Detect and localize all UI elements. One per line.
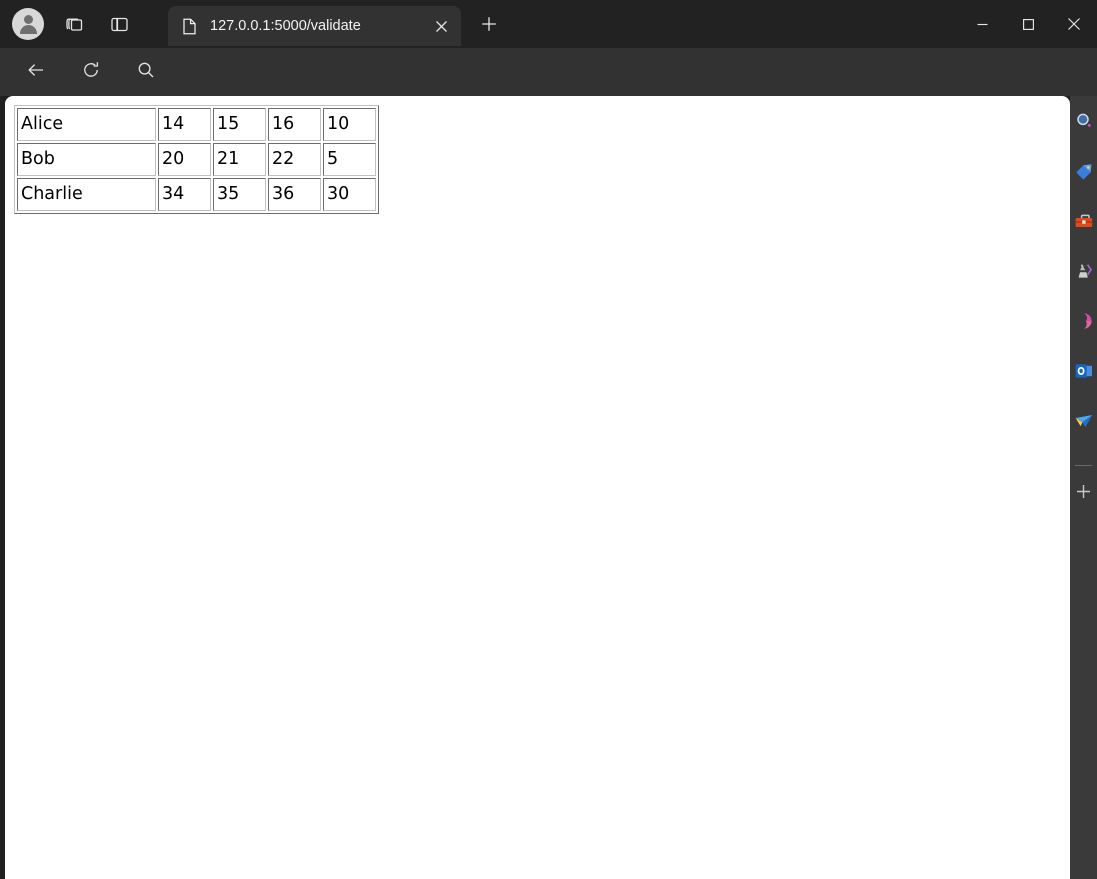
copilot-icon [1074, 111, 1094, 136]
page-content: Alice 14 15 16 10 Bob 20 21 22 5 Charlie… [5, 96, 1070, 879]
paper-plane-icon [1074, 411, 1094, 436]
sidebar-item-office[interactable] [1072, 311, 1096, 335]
sidebar-item-copilot[interactable] [1072, 111, 1096, 135]
table-row: Charlie 34 35 36 30 [17, 178, 376, 211]
sidebar-item-shopping[interactable] [1072, 161, 1096, 185]
workspaces-button[interactable] [58, 7, 92, 41]
minimize-button[interactable] [959, 0, 1005, 48]
tab-strip: 127.0.0.1:5000/validate [0, 0, 1097, 48]
browser-window: 127.0.0.1:5000/validate Alice 14 15 16 1… [0, 0, 1097, 879]
cell-value: 16 [268, 108, 321, 141]
office-icon [1074, 311, 1094, 336]
close-tab-icon[interactable] [428, 13, 454, 39]
close-window-button[interactable] [1051, 0, 1097, 48]
cell-value: 20 [158, 143, 211, 176]
cell-value: 36 [268, 178, 321, 211]
browser-tab[interactable]: 127.0.0.1:5000/validate [168, 6, 461, 46]
cell-value: 14 [158, 108, 211, 141]
new-tab-button[interactable] [472, 13, 506, 40]
games-icon [1074, 261, 1094, 286]
browser-toolbar: 127.0.0.1:5000/validate [0, 48, 1097, 136]
cell-value: 30 [323, 178, 376, 211]
plus-icon [1075, 483, 1092, 505]
layers-icon [64, 13, 86, 35]
search-icon [136, 60, 156, 85]
table-row: Alice 14 15 16 10 [17, 108, 376, 141]
edge-sidebar [1070, 96, 1097, 879]
cell-value: 10 [323, 108, 376, 141]
avatar-icon [19, 14, 37, 34]
reload-icon [81, 60, 101, 85]
toolbar-search-button[interactable] [129, 55, 163, 89]
sidepane-icon [109, 14, 130, 35]
outlook-icon [1074, 361, 1094, 386]
page-icon [181, 17, 198, 36]
table-body: Alice 14 15 16 10 Bob 20 21 22 5 Charlie… [17, 108, 376, 211]
tab-title: 127.0.0.1:5000/validate [210, 18, 361, 34]
cell-name: Alice [17, 108, 156, 141]
shopping-tag-icon [1074, 161, 1094, 186]
briefcase-icon [1074, 211, 1094, 236]
sidebar-item-games[interactable] [1072, 261, 1096, 285]
refresh-button[interactable] [74, 55, 108, 89]
arrow-left-icon [26, 60, 46, 85]
customize-sidebar-button[interactable] [1072, 482, 1096, 506]
back-button[interactable] [19, 55, 53, 89]
profile-avatar-button[interactable] [12, 8, 44, 40]
cell-value: 5 [323, 143, 376, 176]
tab-actions-button[interactable] [102, 7, 136, 41]
sidebar-item-tools[interactable] [1072, 211, 1096, 235]
window-controls [959, 0, 1097, 48]
sidebar-item-send[interactable] [1072, 411, 1096, 435]
data-table: Alice 14 15 16 10 Bob 20 21 22 5 Charlie… [14, 105, 379, 214]
cell-value: 22 [268, 143, 321, 176]
cell-value: 35 [213, 178, 266, 211]
cell-name: Bob [17, 143, 156, 176]
cell-value: 21 [213, 143, 266, 176]
cell-value: 34 [158, 178, 211, 211]
plus-icon [480, 15, 498, 38]
maximize-button[interactable] [1005, 0, 1051, 48]
sidebar-item-outlook[interactable] [1072, 361, 1096, 385]
cell-value: 15 [213, 108, 266, 141]
sidebar-divider [1075, 465, 1092, 466]
table-row: Bob 20 21 22 5 [17, 143, 376, 176]
cell-name: Charlie [17, 178, 156, 211]
tabstrip-left-buttons [0, 7, 136, 41]
